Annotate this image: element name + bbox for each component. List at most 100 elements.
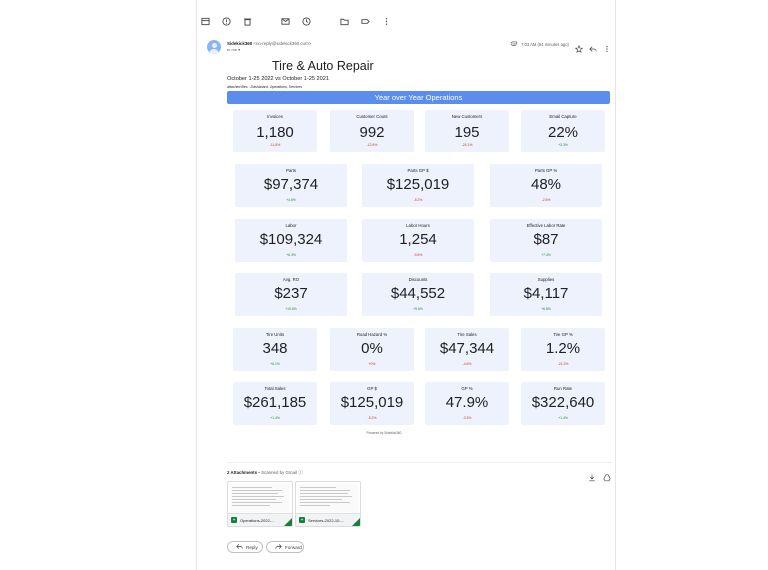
email-meta: 7:03 AM (54 minutes ago)	[510, 41, 569, 48]
recipient-line[interactable]: to me ▾	[227, 47, 240, 52]
section-banner: Year over Year Operations	[227, 91, 610, 104]
metric-card-supplies: Supplies $4,117 +6.8%	[490, 273, 602, 316]
metric-label: Supplies	[537, 277, 555, 282]
metric-value: $322,640	[531, 394, 595, 411]
sheets-corner-icon	[284, 518, 292, 526]
attachment-clip-icon	[510, 41, 518, 48]
metric-value: 22%	[547, 124, 579, 141]
archive-icon[interactable]	[200, 16, 210, 26]
metric-label: Labor Hours	[406, 223, 430, 228]
download-all-icon[interactable]	[588, 469, 596, 482]
metric-value: 48%	[530, 176, 562, 193]
metric-card-gp: GP % 47.9% -3.3%	[425, 382, 509, 425]
metric-value: 0%	[361, 340, 383, 357]
attachments-count: 2 Attachments	[227, 470, 258, 475]
metric-value: $109,324	[259, 231, 323, 248]
metric-label: Email Capture	[549, 114, 577, 119]
metric-value: 1.2%	[545, 340, 581, 357]
info-icon[interactable]: ⓘ	[298, 470, 302, 475]
metric-change: -3.3%	[462, 416, 472, 420]
metric-label: Tire Units	[265, 332, 285, 337]
metric-label: Avg. RO	[282, 277, 300, 282]
metric-card-run-rate: Run Rate $322,640 +1.4%	[521, 382, 605, 425]
metric-label: Tire Sales	[457, 332, 477, 337]
powered-by: Powered by Sidekick360	[366, 431, 402, 435]
metric-change: -4.6%	[462, 362, 472, 366]
to-me-label: to me	[227, 47, 238, 52]
metric-change: +1.4%	[270, 416, 280, 420]
attachment-thumbnail-2[interactable]: + Services-2022-10-...	[295, 481, 361, 527]
metric-label: Tire GP %	[553, 332, 573, 337]
metric-change: -24.1%	[461, 143, 473, 147]
reply-icon[interactable]	[589, 40, 597, 52]
sheets-icon: +	[231, 517, 237, 523]
report-title: Tire & Auto Repair	[272, 59, 374, 73]
pane-left-border	[196, 0, 197, 570]
metric-label: GP $	[367, 386, 377, 391]
metric-card-new-customers: New Customers 195 -24.1%	[425, 110, 509, 152]
sender-address: <no-reply@sidekick360.com>	[253, 41, 312, 46]
metric-value: $87	[533, 231, 559, 248]
metric-value: 348	[262, 340, 288, 357]
metric-change: -5.2%	[413, 198, 423, 202]
attachment-preview-2	[298, 484, 358, 512]
delete-icon[interactable]	[242, 16, 252, 26]
scanned-by-gmail: Scanned by Gmail	[261, 470, 297, 475]
metric-label: Road Hazard %	[356, 332, 388, 337]
metric-change: +19.6%	[285, 307, 297, 311]
metric-value: $125,019	[386, 176, 450, 193]
metric-value: $44,552	[390, 285, 446, 302]
attachment-thumbnail-1[interactable]: + Operations-2022-...	[227, 481, 293, 527]
attachment-name-2: Services-2022-10-...	[308, 517, 345, 523]
reply-button[interactable]: Reply	[227, 541, 263, 553]
metric-change: +9.6%	[413, 307, 423, 311]
snooze-icon[interactable]	[301, 16, 311, 26]
metric-change: +6.8%	[541, 307, 551, 311]
metric-value: $97,374	[263, 176, 319, 193]
metric-card-road-hazard: Road Hazard % 0% +0%	[330, 328, 414, 371]
metric-change: -12.6%	[366, 143, 378, 147]
mark-unread-icon[interactable]	[280, 16, 290, 26]
metric-label: Parts GP $	[407, 168, 429, 173]
reply-arrow-icon	[236, 543, 243, 551]
attachments-header: 2 Attachments • Scanned by Gmail ⓘ	[227, 470, 303, 475]
report-spam-icon[interactable]	[221, 16, 231, 26]
more-options-icon[interactable]	[603, 40, 611, 53]
metric-change: -2.5%	[541, 198, 551, 202]
metric-value: 1,254	[399, 231, 437, 248]
metric-change: +0%	[368, 362, 376, 366]
star-icon[interactable]	[574, 40, 584, 53]
metric-change: +3.3%	[558, 143, 568, 147]
email-timestamp: 7:03 AM (54 minutes ago)	[521, 42, 569, 47]
metric-label: Total Sales	[264, 386, 286, 391]
metric-value: $237	[274, 285, 308, 302]
attachment-name-1: Operations-2022-...	[240, 517, 275, 523]
metric-card-invoices: Invoices 1,180 -11.8%	[233, 110, 317, 152]
metric-change: +1.4%	[558, 416, 568, 420]
sender-avatar[interactable]	[207, 40, 221, 54]
add-to-drive-icon[interactable]	[603, 469, 611, 482]
metric-card-tire-units: Tire Units 348 +6.1%	[233, 328, 317, 371]
metric-label: Parts GP %	[534, 168, 558, 173]
metric-value: $47,344	[439, 340, 495, 357]
metric-label: Invoices	[267, 114, 283, 119]
label-icon[interactable]	[360, 16, 370, 26]
forward-button[interactable]: Forward	[266, 541, 304, 553]
metric-value: 992	[359, 124, 385, 141]
metric-card-labor: Labor $109,324 +6.3%	[235, 219, 347, 262]
forward-label: Forward	[285, 544, 302, 550]
metric-card-tire-gp: Tire GP % 1.2% -21.3%	[521, 328, 605, 371]
metric-card-email-capture: Email Capture 22% +3.3%	[521, 110, 605, 152]
metric-value: 47.9%	[445, 394, 489, 411]
metric-card-tire-sales: Tire Sales $47,344 -4.6%	[425, 328, 509, 371]
metric-label: Discounts	[408, 277, 428, 282]
metric-card-labor-hours: Labor Hours 1,254 -9.5%	[362, 219, 474, 262]
reply-label: Reply	[246, 544, 258, 550]
sender-name: Sidekick360	[227, 41, 253, 46]
more-vert-icon[interactable]	[381, 16, 391, 26]
metric-label: New Customers	[451, 114, 483, 119]
move-to-icon[interactable]	[339, 16, 349, 26]
metric-card-parts-gp: Parts GP $ $125,019 -5.2%	[362, 164, 474, 207]
metric-change: -9.5%	[413, 253, 423, 257]
forward-arrow-icon	[275, 543, 282, 551]
